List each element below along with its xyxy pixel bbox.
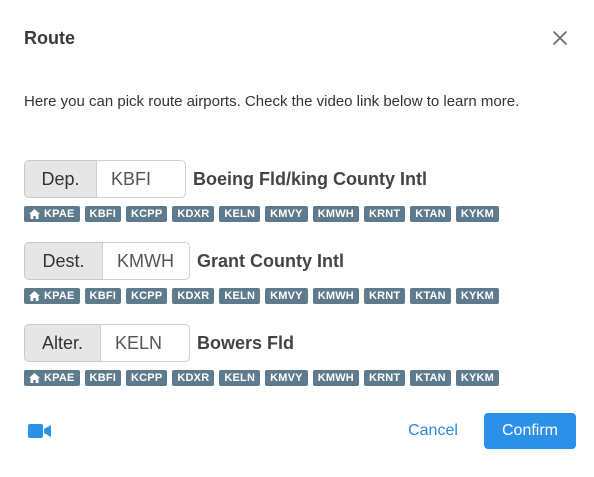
airport-chip-label: KCPP [131, 372, 163, 384]
airport-chip[interactable]: KCPP [126, 206, 168, 222]
destination-label: Dest. [24, 242, 102, 280]
airport-chip[interactable]: KPAE [24, 370, 80, 386]
destination-quick-picks: KPAE KBFI KCPP KDXR KELN KMVY KMWH KRNT KTAN KYKM [24, 288, 504, 304]
alternate-airport-name: Bowers Fld [197, 332, 295, 353]
airport-chip-label: KYKM [460, 208, 495, 220]
airport-chip[interactable]: KMWH [312, 206, 359, 222]
airport-chip[interactable]: KBFI [84, 370, 122, 386]
alternate-input[interactable]: KELN [100, 324, 190, 362]
airport-chip-label: KMVY [270, 208, 303, 220]
cancel-button[interactable]: Cancel [398, 413, 468, 449]
airport-chip-label: KMVY [270, 372, 303, 384]
airport-chip[interactable]: KELN [219, 370, 261, 386]
airport-chip[interactable]: KYKM [455, 370, 500, 386]
airport-chip-label: KMWH [317, 290, 354, 302]
airport-chip[interactable]: KBFI [84, 288, 122, 304]
airport-chip[interactable]: KBFI [84, 206, 122, 222]
destination-input[interactable]: KMWH [102, 242, 190, 280]
airport-chip[interactable]: KELN [219, 288, 261, 304]
airport-chip-label: KDXR [177, 290, 210, 302]
airport-chip[interactable]: KMVY [265, 370, 308, 386]
airport-chip-label: KELN [224, 208, 256, 220]
alternate-label: Alter. [24, 324, 100, 362]
airport-chip[interactable]: KTAN [410, 288, 451, 304]
airport-chip[interactable]: KTAN [410, 206, 451, 222]
airport-chip-label: KYKM [460, 372, 495, 384]
airport-chip-label: KBFI [89, 290, 117, 302]
home-icon [29, 209, 40, 219]
home-icon [29, 291, 40, 301]
airport-chip[interactable]: KRNT [363, 370, 406, 386]
video-camera-icon[interactable] [28, 423, 52, 439]
airport-chip[interactable]: KCPP [126, 370, 168, 386]
route-dialog: Route Here you can pick route airports. … [0, 0, 594, 477]
airport-chip-label: KRNT [368, 290, 401, 302]
airport-chip-label: KELN [224, 372, 256, 384]
airport-chip[interactable]: KYKM [455, 206, 500, 222]
airport-chip[interactable]: KRNT [363, 206, 406, 222]
departure-group: Dep. KBFI Boeing Fld/king County Intl KP… [24, 159, 504, 222]
airport-chip[interactable]: KTAN [410, 370, 451, 386]
airport-chip-label: KTAN [415, 372, 446, 384]
airport-chip[interactable]: KPAE [24, 288, 80, 304]
airport-chip-label: KCPP [131, 208, 163, 220]
alternate-quick-picks: KPAE KBFI KCPP KDXR KELN KMVY KMWH KRNT KTAN KYKM [24, 370, 504, 386]
airport-chip[interactable]: KMVY [265, 288, 308, 304]
airport-chip[interactable]: KCPP [126, 288, 168, 304]
airport-chip[interactable]: KDXR [172, 206, 215, 222]
departure-quick-picks: KPAE KBFI KCPP KDXR KELN KMVY KMWH KRNT KTAN KYKM [24, 206, 504, 222]
dialog-title: Route [24, 28, 75, 48]
airport-chip-label: KPAE [44, 290, 75, 302]
destination-airport-name: Grant County Intl [197, 250, 344, 271]
airport-chip-label: KCPP [131, 290, 163, 302]
airport-chip-label: KDXR [177, 208, 210, 220]
airport-chip[interactable]: KMWH [312, 370, 359, 386]
intro-text: Here you can pick route airports. Check … [24, 93, 520, 110]
airport-chip-label: KPAE [44, 372, 75, 384]
destination-group: Dest. KMWH Grant County Intl KPAE KBFI KCP… [24, 241, 504, 304]
departure-input[interactable]: KBFI [96, 160, 186, 198]
airport-chip-label: KBFI [89, 208, 117, 220]
airport-chip-label: KMWH [317, 208, 354, 220]
departure-airport-name: Boeing Fld/king County Intl [193, 168, 427, 189]
airport-chip[interactable]: KDXR [172, 288, 215, 304]
airport-chip-label: KYKM [460, 290, 495, 302]
airport-chip-label: KBFI [89, 372, 117, 384]
confirm-button[interactable]: Confirm [484, 413, 576, 449]
airport-chip[interactable]: KPAE [24, 206, 80, 222]
airport-chip-label: KELN [224, 290, 256, 302]
airport-chip-label: KRNT [368, 208, 401, 220]
home-icon [29, 373, 40, 383]
departure-label: Dep. [24, 160, 96, 198]
airport-chip-label: KTAN [415, 208, 446, 220]
airport-chip[interactable]: KYKM [455, 288, 500, 304]
airport-chip-label: KMWH [317, 372, 354, 384]
airport-chip-label: KDXR [177, 372, 210, 384]
airport-chip-label: KPAE [44, 208, 75, 220]
airport-chip[interactable]: KRNT [363, 288, 406, 304]
close-icon[interactable] [548, 26, 572, 50]
airport-chip-label: KMVY [270, 290, 303, 302]
airport-chip[interactable]: KELN [219, 206, 261, 222]
airport-chip-label: KRNT [368, 372, 401, 384]
airport-chip-label: KTAN [415, 290, 446, 302]
airport-chip[interactable]: KDXR [172, 370, 215, 386]
airport-chip[interactable]: KMWH [312, 288, 359, 304]
alternate-group: Alter. KELN Bowers Fld KPAE KBFI KCPP KDXR K… [24, 323, 504, 386]
airport-chip[interactable]: KMVY [265, 206, 308, 222]
